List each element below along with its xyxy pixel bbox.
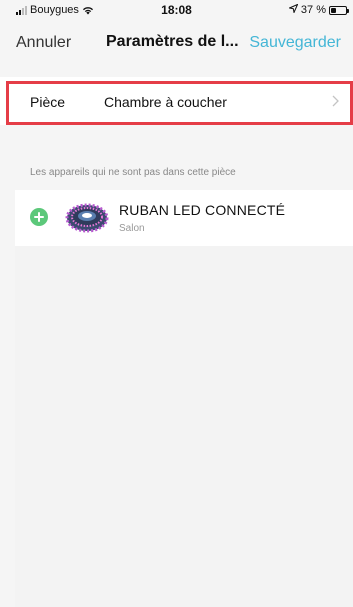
led-strip-image bbox=[65, 200, 109, 236]
battery-text: 37 % bbox=[300, 4, 326, 16]
chevron-right-icon bbox=[332, 94, 339, 107]
location-arrow-icon bbox=[287, 3, 299, 16]
room-label: Pièce bbox=[30, 94, 66, 110]
cancel-button[interactable]: Annuler bbox=[16, 34, 71, 52]
battery-level bbox=[331, 7, 337, 13]
add-icon[interactable] bbox=[30, 208, 48, 226]
status-right: 37 % bbox=[287, 3, 349, 16]
device-room: Salon bbox=[119, 223, 145, 234]
status-bar: Bouygues 18:08 37 % bbox=[0, 0, 353, 20]
battery-icon bbox=[329, 5, 349, 15]
device-row[interactable]: RUBAN LED CONNECTÉ Salon bbox=[15, 190, 353, 246]
empty-list-area bbox=[15, 246, 353, 607]
save-button[interactable]: Sauvegarder bbox=[249, 34, 341, 52]
room-value: Chambre à coucher bbox=[104, 94, 227, 110]
page-title: Paramètres de l... bbox=[106, 33, 239, 50]
device-name: RUBAN LED CONNECTÉ bbox=[119, 202, 286, 218]
section-header: Les appareils qui ne sont pas dans cette… bbox=[30, 167, 236, 178]
room-row[interactable]: Pièce Chambre à coucher bbox=[0, 77, 353, 125]
nav-bar: Annuler Paramètres de l... Sauvegarder bbox=[0, 20, 353, 66]
